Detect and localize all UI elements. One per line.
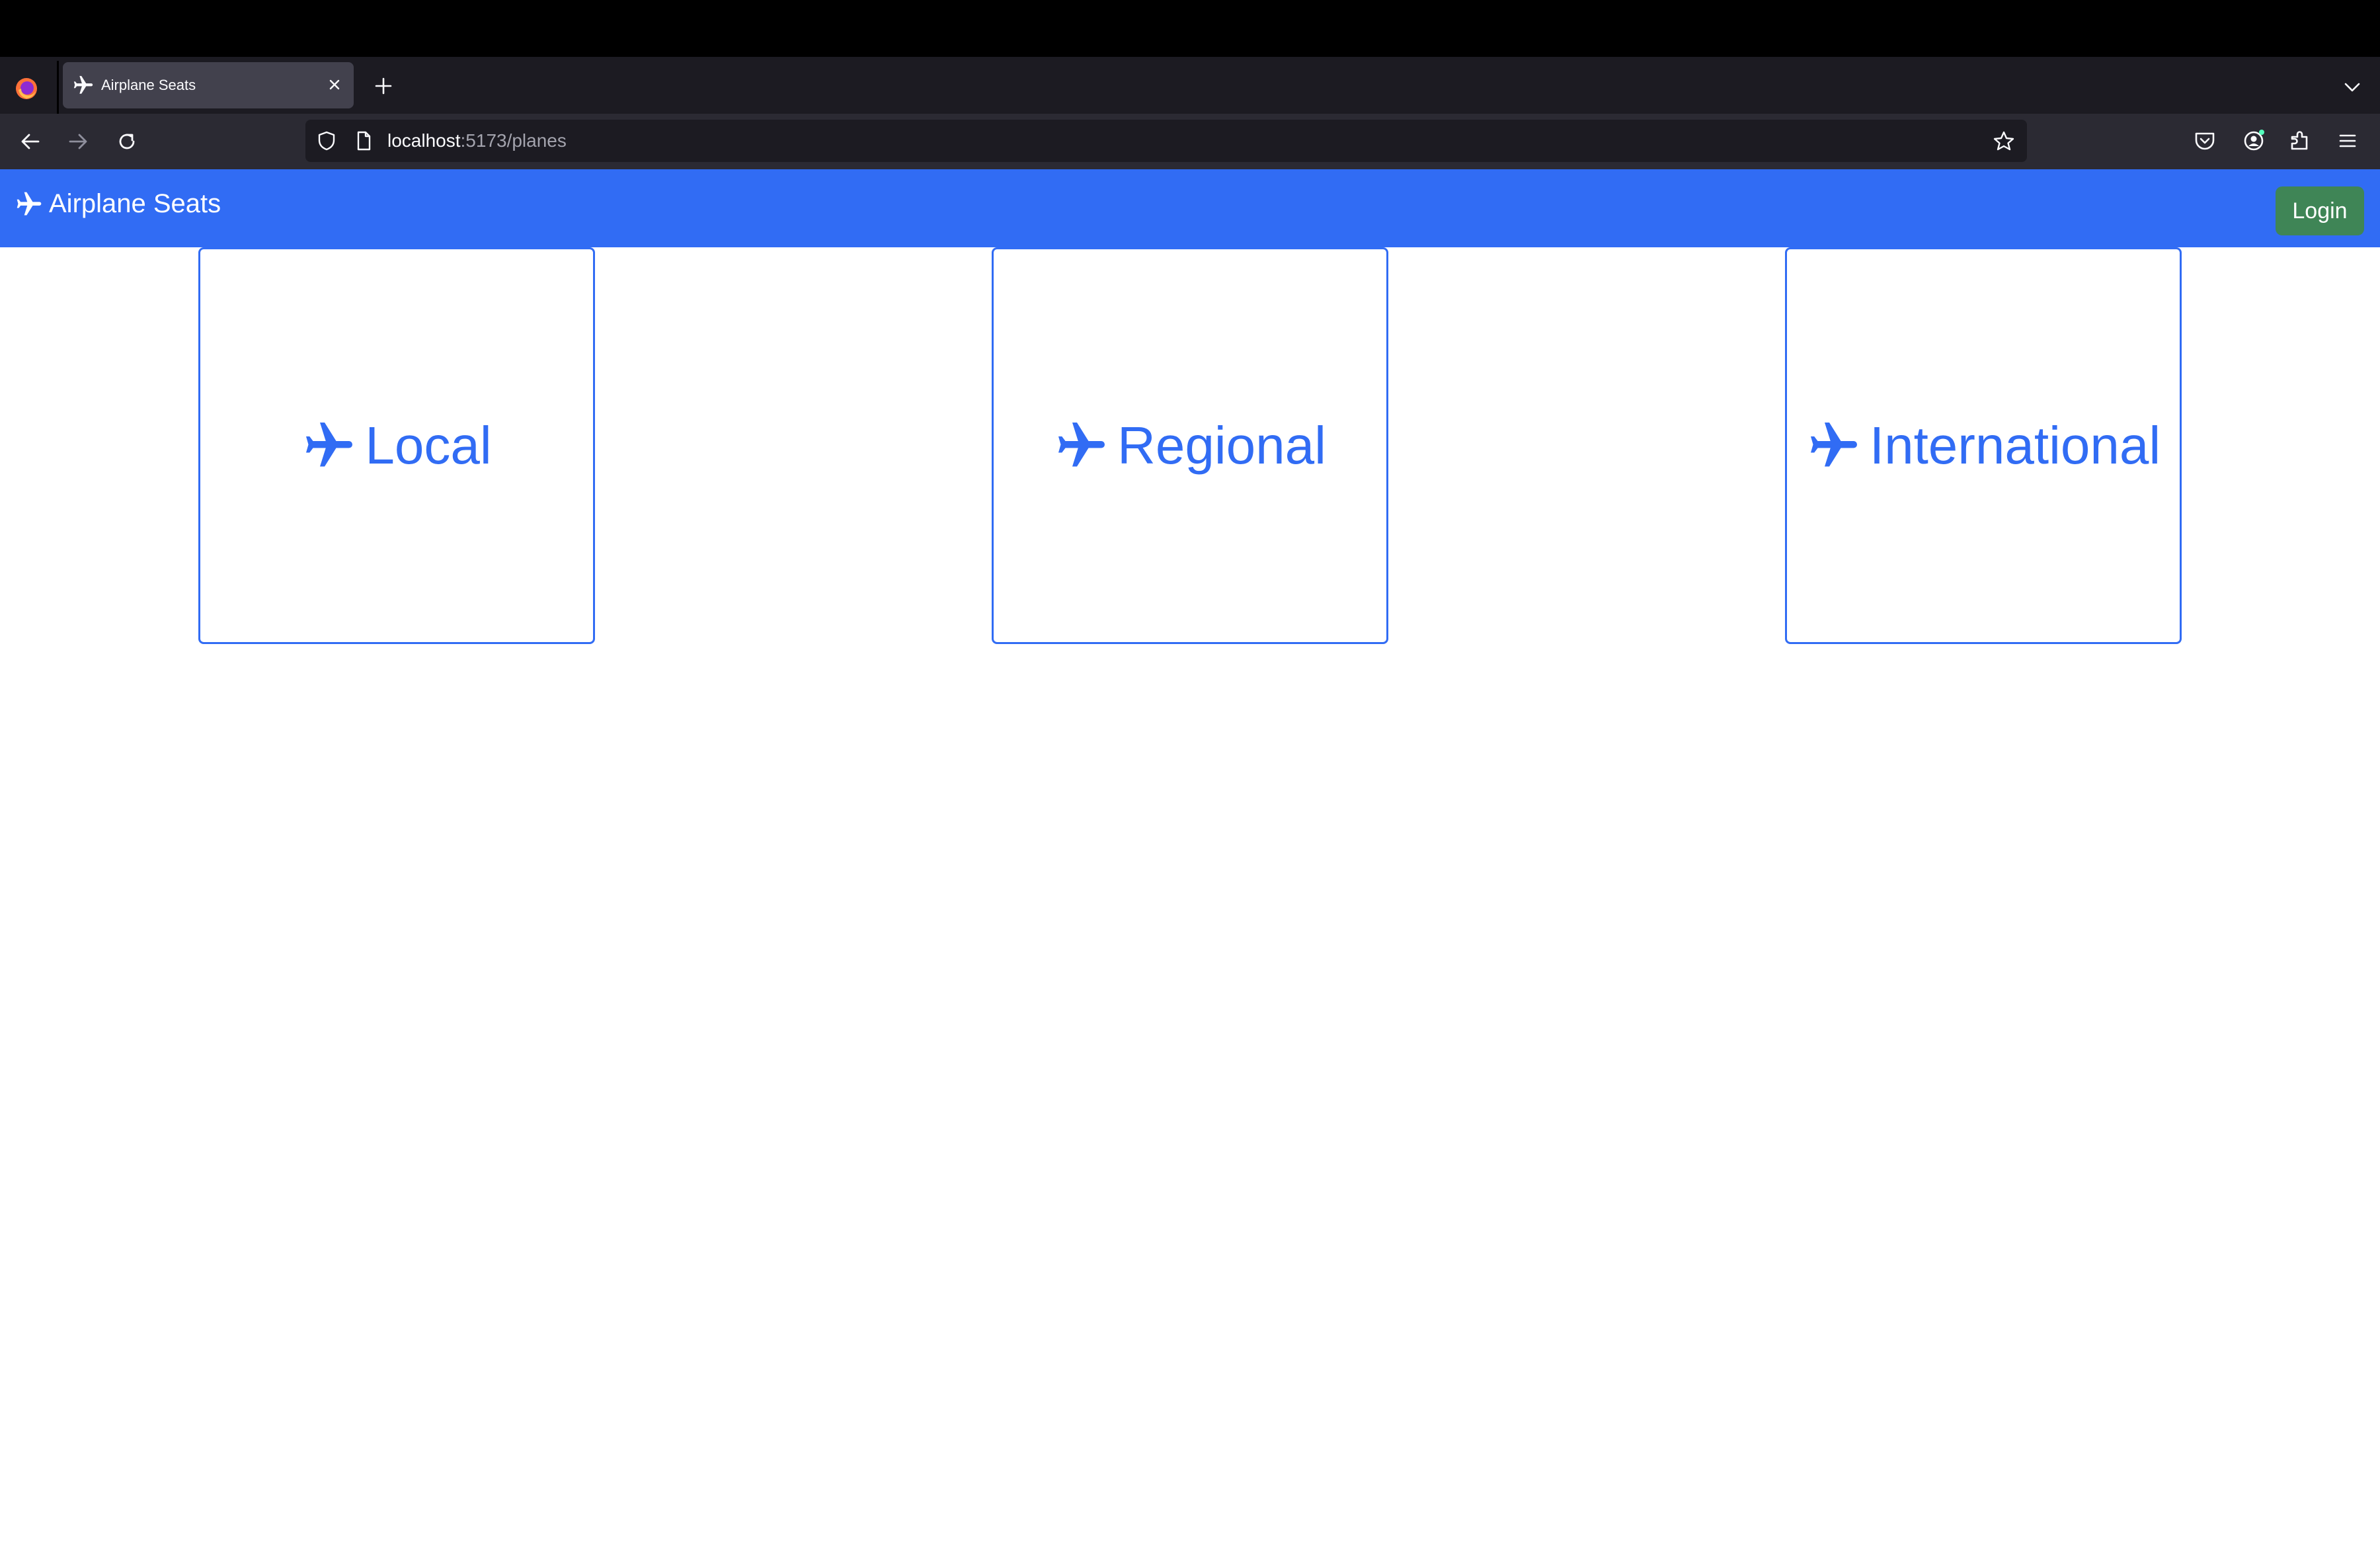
- airplane-icon: [306, 423, 353, 467]
- tab-title: Airplane Seats: [101, 77, 196, 93]
- tab-separator: [57, 61, 59, 114]
- address-bar[interactable]: localhost:5173/planes: [305, 120, 2027, 162]
- plane-card-label: Regional: [1117, 416, 1326, 475]
- close-icon[interactable]: [323, 73, 346, 96]
- hamburger-icon[interactable]: [2334, 127, 2361, 155]
- card-content: International: [1806, 415, 2161, 476]
- browser-tabstrip: Airplane Seats: [0, 57, 2380, 114]
- tab-airplane-seats[interactable]: Airplane Seats: [63, 62, 354, 108]
- navbar-brand[interactable]: Airplane Seats: [15, 189, 221, 219]
- card-content: Regional: [1054, 415, 1326, 476]
- airplane-icon: [73, 75, 93, 94]
- plane-card-local[interactable]: Local: [198, 247, 595, 644]
- page-icon[interactable]: [352, 129, 376, 153]
- plane-card-international[interactable]: International: [1785, 247, 2182, 644]
- puzzle-icon[interactable]: [2286, 127, 2314, 155]
- card-content: Local: [301, 415, 492, 476]
- airplane-icon: [1058, 423, 1105, 467]
- brand-text: Airplane Seats: [49, 189, 221, 218]
- firefox-logo-icon: [16, 78, 37, 99]
- airplane-icon: [1810, 423, 1857, 467]
- login-button[interactable]: Login: [2276, 186, 2364, 235]
- arrow-right-icon[interactable]: [63, 127, 93, 156]
- plane-card-label: International: [1869, 416, 2161, 475]
- plane-card-label: Local: [365, 416, 492, 475]
- url-path: :5173/planes: [460, 130, 567, 151]
- url-host: localhost: [387, 130, 461, 151]
- account-icon[interactable]: [2240, 127, 2268, 155]
- plus-icon[interactable]: [370, 73, 397, 99]
- arrow-left-icon[interactable]: [16, 127, 45, 156]
- star-icon[interactable]: [1991, 129, 2016, 154]
- airplane-icon: [17, 192, 42, 215]
- app-navbar: Airplane Seats Login: [0, 169, 2380, 247]
- url-text[interactable]: localhost:5173/planes: [387, 130, 567, 151]
- os-top-bar: [0, 0, 2380, 57]
- plane-card-regional[interactable]: Regional: [992, 247, 1388, 644]
- pocket-icon[interactable]: [2191, 127, 2219, 155]
- browser-toolbar: localhost:5173/planes: [0, 114, 2380, 169]
- reload-icon[interactable]: [112, 127, 141, 156]
- shield-icon[interactable]: [315, 129, 338, 153]
- chevron-down-icon[interactable]: [2339, 74, 2365, 101]
